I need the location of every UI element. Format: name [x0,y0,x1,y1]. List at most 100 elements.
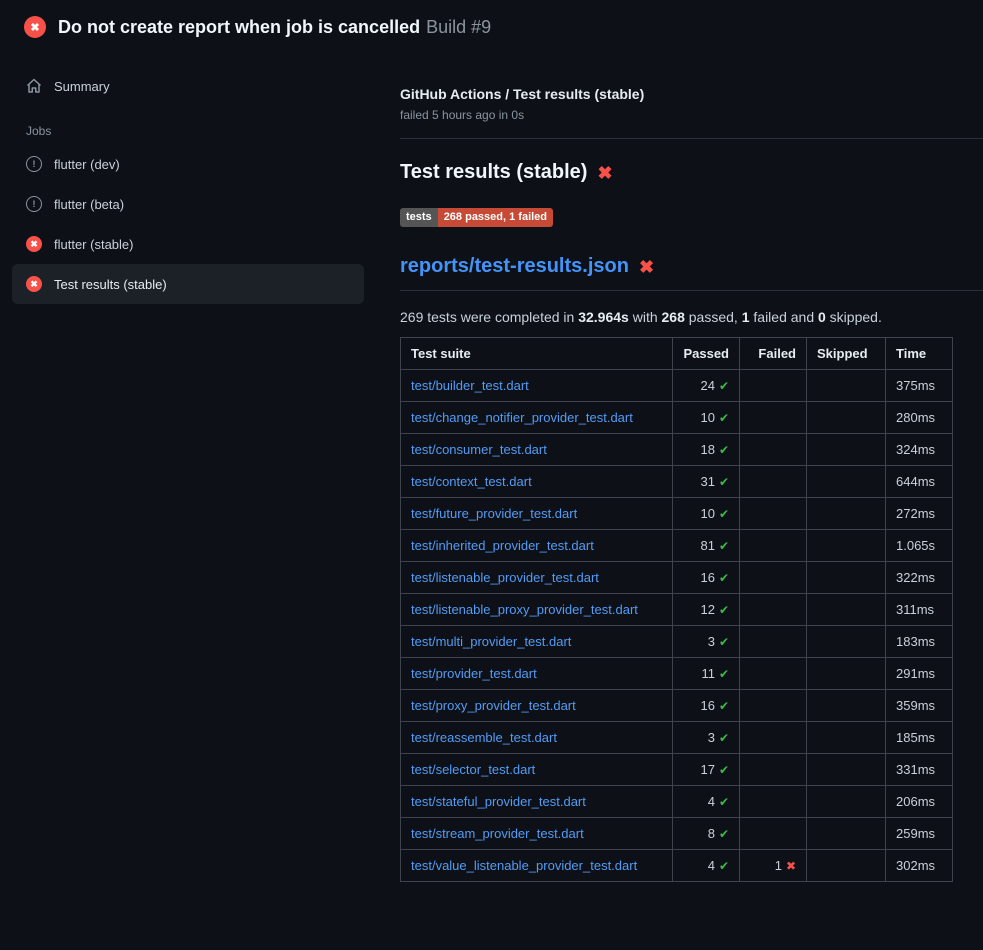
home-icon [26,78,42,94]
sidebar-item-flutter-dev[interactable]: ! flutter (dev) [12,144,364,184]
test-suite-link[interactable]: test/multi_provider_test.dart [411,634,571,649]
table-row: test/listenable_proxy_provider_test.dart… [401,594,953,626]
test-suite-link[interactable]: test/listenable_provider_test.dart [411,570,599,585]
suite-cell: test/context_test.dart [401,466,673,498]
check-icon: ✔ [719,763,729,777]
suite-cell: test/selector_test.dart [401,754,673,786]
passed-cell: 4✔ [673,786,740,818]
main-content: GitHub Actions / Test results (stable) f… [400,50,983,882]
failed-cell: 1✖ [740,850,807,882]
passed-count: 16 [700,698,714,713]
passed-count: 3 [708,730,715,745]
test-suite-link[interactable]: test/context_test.dart [411,474,532,489]
summary-skipped-count: 0 [818,309,826,325]
passed-cell: 17 ✔ [673,754,740,786]
job-status-icon: ✖ [26,276,42,292]
passed-count: 17 [700,762,714,777]
summary-part4: failed and [750,309,819,325]
table-row: test/reassemble_test.dart 3✔ 185ms [401,722,953,754]
header-divider [400,138,983,139]
build-results-page: ✖ Do not create report when job is cance… [0,0,983,950]
table-row: test/change_notifier_provider_test.dart … [401,402,953,434]
test-suite-link[interactable]: test/builder_test.dart [411,378,529,393]
test-suite-link[interactable]: test/proxy_provider_test.dart [411,698,576,713]
column-header-skipped: Skipped [807,338,886,370]
suite-cell: test/inherited_provider_test.dart [401,530,673,562]
sidebar-item-summary[interactable]: Summary [12,66,364,106]
skipped-cell [807,594,886,626]
tests-badge-value: 268 passed, 1 failed [438,208,553,227]
report-link[interactable]: reports/test-results.json [400,255,629,278]
summary-passed-count: 268 [662,309,685,325]
test-suite-link[interactable]: test/listenable_proxy_provider_test.dart [411,602,638,617]
suite-cell: test/reassemble_test.dart [401,722,673,754]
test-suite-link[interactable]: test/stateful_provider_test.dart [411,794,586,809]
build-title-text: Do not create report when job is cancell… [58,17,420,37]
sidebar-summary-label: Summary [54,79,110,94]
passed-cell: 11✔ [673,658,740,690]
test-suite-link[interactable]: test/consumer_test.dart [411,442,547,457]
skipped-cell [807,850,886,882]
test-suite-link[interactable]: test/provider_test.dart [411,666,537,681]
passed-cell: 16✔ [673,562,740,594]
suite-cell: test/stateful_provider_test.dart [401,786,673,818]
table-row: test/inherited_provider_test.dart 81✔ 1.… [401,530,953,562]
report-heading: reports/test-results.json ✖ [400,255,983,291]
passed-count: 4 [708,858,715,873]
passed-count: 81 [700,538,714,553]
failed-cell [740,690,807,722]
failed-cell [740,562,807,594]
check-icon: ✔ [719,859,729,873]
passed-cell: 10✔ [673,498,740,530]
passed-count: 11 [701,666,715,681]
section-title-text: Test results (stable) [400,161,587,184]
test-suite-link[interactable]: test/reassemble_test.dart [411,730,557,745]
summary-duration: 32.964s [578,309,629,325]
skipped-cell [807,562,886,594]
check-icon: ✔ [719,411,729,425]
skipped-cell [807,498,886,530]
time-cell: 322ms [886,562,953,594]
passed-count: 31 [700,474,714,489]
test-suite-link[interactable]: test/value_listenable_provider_test.dart [411,858,637,873]
table-row: test/future_provider_test.dart 10✔ 272ms [401,498,953,530]
job-status-icon: ! [26,196,42,212]
table-row: test/value_listenable_provider_test.dart… [401,850,953,882]
passed-cell: 3✔ [673,722,740,754]
passed-count: 16 [700,570,714,585]
cross-icon: ✖ [786,859,796,873]
test-suite-link[interactable]: test/future_provider_test.dart [411,506,577,521]
time-cell: 375ms [886,370,953,402]
skipped-cell [807,818,886,850]
test-suite-link[interactable]: test/change_notifier_provider_test.dart [411,410,633,425]
summary-part1: 269 tests were completed in [400,309,578,325]
failed-cell [740,818,807,850]
suite-cell: test/listenable_provider_test.dart [401,562,673,594]
test-suite-link[interactable]: test/selector_test.dart [411,762,535,777]
skipped-cell [807,626,886,658]
suite-cell: test/future_provider_test.dart [401,498,673,530]
failed-cell [740,722,807,754]
summary-part2: with [629,309,662,325]
time-cell: 183ms [886,626,953,658]
sidebar-item-flutter-beta[interactable]: ! flutter (beta) [12,184,364,224]
failed-cell [740,786,807,818]
suite-cell: test/listenable_proxy_provider_test.dart [401,594,673,626]
check-icon: ✔ [719,795,729,809]
suite-cell: test/change_notifier_provider_test.dart [401,402,673,434]
failed-x-icon: ✖ [597,164,612,182]
sidebar-item-test-results-stable[interactable]: ✖ Test results (stable) [12,264,364,304]
tests-badge: tests 268 passed, 1 failed [400,208,553,227]
summary-failed-count: 1 [742,309,750,325]
test-suite-link[interactable]: test/stream_provider_test.dart [411,826,584,841]
failed-cell [740,594,807,626]
passed-cell: 8✔ [673,818,740,850]
tests-badge-label: tests [400,208,438,227]
skipped-cell [807,786,886,818]
sidebar-item-flutter-stable[interactable]: ✖ flutter (stable) [12,224,364,264]
table-row: test/multi_provider_test.dart 3✔ 183ms [401,626,953,658]
summary-part5: skipped. [826,309,882,325]
failed-cell [740,402,807,434]
test-suite-link[interactable]: test/inherited_provider_test.dart [411,538,594,553]
skipped-cell [807,722,886,754]
